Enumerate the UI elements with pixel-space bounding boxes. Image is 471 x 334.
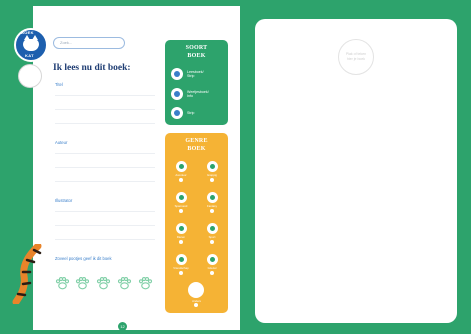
genre-option-label: Grappig	[207, 173, 217, 177]
genre-option[interactable]: Sport	[201, 223, 223, 244]
genre-checkbox[interactable]	[210, 178, 214, 182]
title-field-line-3[interactable]	[55, 123, 155, 124]
paw-icon[interactable]	[75, 276, 90, 291]
author-field-line-3[interactable]	[55, 181, 155, 182]
genre-icon	[206, 223, 218, 234]
genre-other-checkbox[interactable]	[194, 303, 198, 307]
genre-icon	[206, 192, 218, 203]
logo-text-bottom: KAT	[25, 53, 34, 58]
genre-option[interactable]: Griezel	[201, 254, 223, 275]
genre-icon	[175, 192, 187, 203]
genre-option[interactable]: Grappig	[201, 161, 223, 182]
author-field-line-1[interactable]	[55, 153, 155, 154]
image-placeholder[interactable]: Plak of teken hier je boek	[338, 39, 374, 75]
soort-option-label: Info	[187, 94, 193, 98]
genre-checkbox[interactable]	[179, 209, 183, 213]
genre-title-line2: BOEK	[187, 146, 206, 152]
genre-checkbox[interactable]	[210, 240, 214, 244]
page-number-badge: 12	[118, 322, 127, 331]
genre-icon	[206, 161, 218, 172]
genre-option-label: Avontuur	[175, 173, 187, 177]
author-field-line-2[interactable]	[55, 167, 155, 168]
rating-label: Zoveel pootjes geef ik dit boek	[55, 256, 112, 261]
page-title: Ik lees nu dit boek:	[53, 63, 131, 73]
genre-option[interactable]: Fantasy	[201, 192, 223, 213]
soort-boek-panel: SOORT BOEK Leesboek/ Strip Weetjesboek/ …	[165, 40, 228, 125]
soort-title-line1: SOORT	[185, 45, 208, 51]
comic-icon	[171, 107, 183, 119]
title-field-line-1[interactable]	[55, 95, 155, 96]
genre-other-option[interactable]	[188, 282, 204, 298]
genre-checkbox[interactable]	[179, 271, 183, 275]
author-field-label: Auteur	[55, 140, 68, 145]
tiger-tail-illustration	[12, 244, 42, 304]
search-input[interactable]: Zoek...	[53, 37, 125, 49]
genre-icon	[175, 161, 187, 172]
illustrator-field-label: Illustrator	[55, 198, 73, 203]
genre-option-label: Sport	[208, 235, 216, 239]
title-field-line-2[interactable]	[55, 109, 155, 110]
genre-option[interactable]: Dieren	[170, 223, 192, 244]
illustrator-field-line-2[interactable]	[55, 225, 155, 226]
avatar[interactable]	[18, 64, 42, 88]
soort-option-leesboek[interactable]: Leesboek/ Strip	[171, 67, 204, 81]
genre-checkbox[interactable]	[210, 209, 214, 213]
illustrator-field-line-3[interactable]	[55, 239, 155, 240]
paw-icon[interactable]	[117, 276, 132, 291]
paw-icon[interactable]	[55, 276, 70, 291]
soort-option-label: Strip	[187, 110, 195, 115]
soort-option-weetjesboek[interactable]: Weetjesboek/ Info	[171, 87, 209, 101]
genre-boek-panel: GENRE BOEK Avontuur Grappig Spannend Fan…	[165, 133, 228, 313]
soort-option-strip[interactable]: Strip	[171, 106, 194, 120]
logo-text-top: BOEK	[21, 30, 34, 35]
genre-option[interactable]: Spannend	[170, 192, 192, 213]
cat-icon	[23, 35, 39, 51]
soort-title-line2: BOEK	[187, 53, 206, 59]
genre-icon	[206, 254, 218, 265]
paw-icon[interactable]	[96, 276, 111, 291]
genre-icon	[175, 223, 187, 234]
genre-option-label: Vriendschap	[173, 266, 189, 270]
paw-icon[interactable]	[138, 276, 153, 291]
genre-option[interactable]: Avontuur	[170, 161, 192, 182]
genre-checkbox[interactable]	[179, 240, 183, 244]
genre-checkbox[interactable]	[179, 178, 183, 182]
genre-icon	[175, 254, 187, 265]
genre-title-line1: GENRE	[185, 138, 208, 144]
info-icon	[171, 88, 183, 100]
genre-option-label: Spannend	[174, 204, 188, 208]
illustrator-field-line-1[interactable]	[55, 211, 155, 212]
genre-option[interactable]: Vriendschap	[170, 254, 192, 275]
genre-checkbox[interactable]	[210, 271, 214, 275]
soort-option-label: Strip	[187, 74, 195, 78]
title-field-label: Titel	[55, 82, 63, 87]
image-placeholder-text: Plak of teken hier je boek	[345, 52, 367, 61]
genre-option-label: Dieren	[176, 235, 186, 239]
genre-option-label: Fantasy	[207, 204, 217, 208]
genre-option-label: Griezel	[207, 266, 217, 270]
book-icon	[171, 68, 183, 80]
